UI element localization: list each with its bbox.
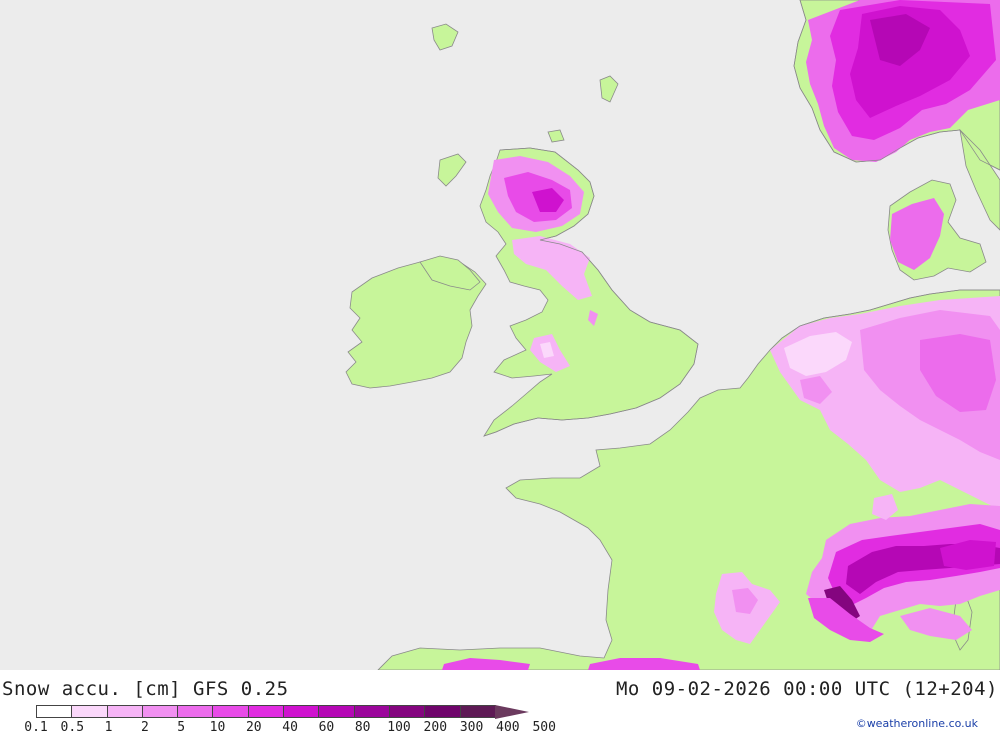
legend-swatch — [36, 705, 73, 718]
legend-swatch — [247, 705, 285, 718]
legend-ticks: 0.1 0.5 1 2 5 10 20 40 60 80 100 200 300 400 500 — [0, 720, 600, 735]
legend-swatch — [106, 705, 143, 718]
color-scale-legend — [36, 705, 529, 719]
legend-swatch — [71, 705, 108, 718]
legend-swatch — [177, 705, 214, 718]
valid-time: Mo 09-02-2026 00:00 UTC (12+204) — [615, 678, 998, 700]
legend-swatch — [318, 705, 355, 718]
legend-swatch — [388, 705, 426, 718]
credit-link[interactable]: ©weatheronline.co.uk — [856, 717, 978, 730]
legend-overflow-arrow — [494, 705, 529, 719]
legend-swatch — [212, 705, 249, 718]
map-title: Snow accu. [cm] GFS 0.25 — [2, 678, 289, 700]
legend-swatch — [283, 705, 320, 718]
snow-accumulation-map — [0, 0, 1000, 670]
legend-swatch — [353, 705, 390, 718]
legend-swatch — [141, 705, 179, 718]
legend-swatch — [424, 705, 461, 718]
legend-swatch — [459, 705, 496, 718]
